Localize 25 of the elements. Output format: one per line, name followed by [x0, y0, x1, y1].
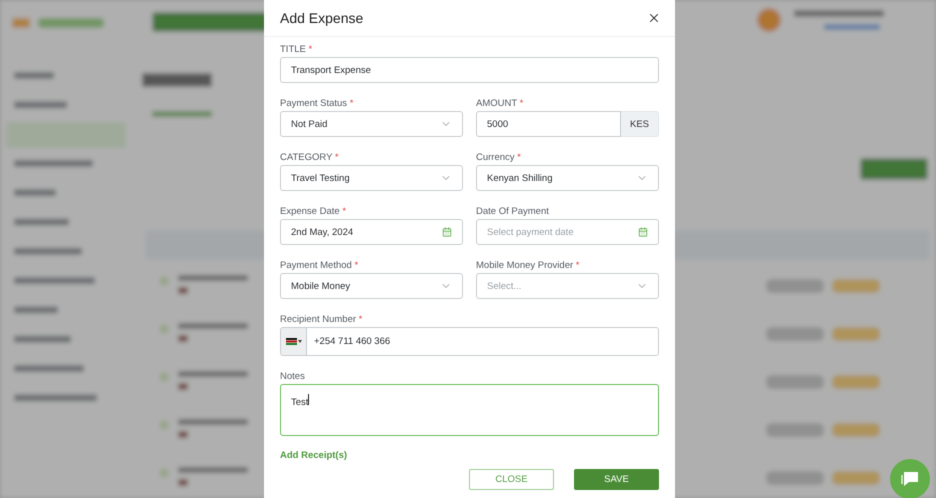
field-label: TITLE * — [280, 44, 314, 55]
currency-addon: KES — [621, 111, 659, 137]
field-label: Payment Status * — [280, 98, 354, 109]
text-field[interactable]: Transport Expense — [280, 57, 659, 83]
field-label: Expense Date * — [280, 206, 348, 217]
field-label: Currency * — [476, 152, 522, 163]
field-label: CATEGORY * — [280, 152, 340, 163]
chat-bubble-icon — [900, 470, 920, 488]
calendar-icon — [638, 227, 648, 237]
select-field[interactable]: Kenyan Shilling — [476, 165, 659, 191]
field-label: Mobile Money Provider * — [476, 260, 580, 271]
date-field[interactable]: 2nd May, 2024 — [280, 219, 463, 245]
field-label: Notes — [280, 371, 306, 382]
amount-field[interactable]: 5000 — [476, 111, 621, 137]
dialog-title: Add Expense — [280, 10, 364, 26]
field-label: AMOUNT * — [476, 98, 524, 109]
field-label: Payment Method * — [280, 260, 360, 271]
select-field[interactable]: Mobile Money — [280, 273, 463, 299]
field-label: Recipient Number * — [280, 314, 364, 325]
select-field[interactable]: Not Paid — [280, 111, 463, 137]
calendar-icon — [442, 227, 452, 237]
field-label: Date Of Payment — [476, 206, 550, 217]
select-field[interactable]: Travel Testing — [280, 165, 463, 191]
notes-field[interactable]: Test — [280, 384, 659, 436]
save-button[interactable]: SAVE — [574, 469, 659, 490]
